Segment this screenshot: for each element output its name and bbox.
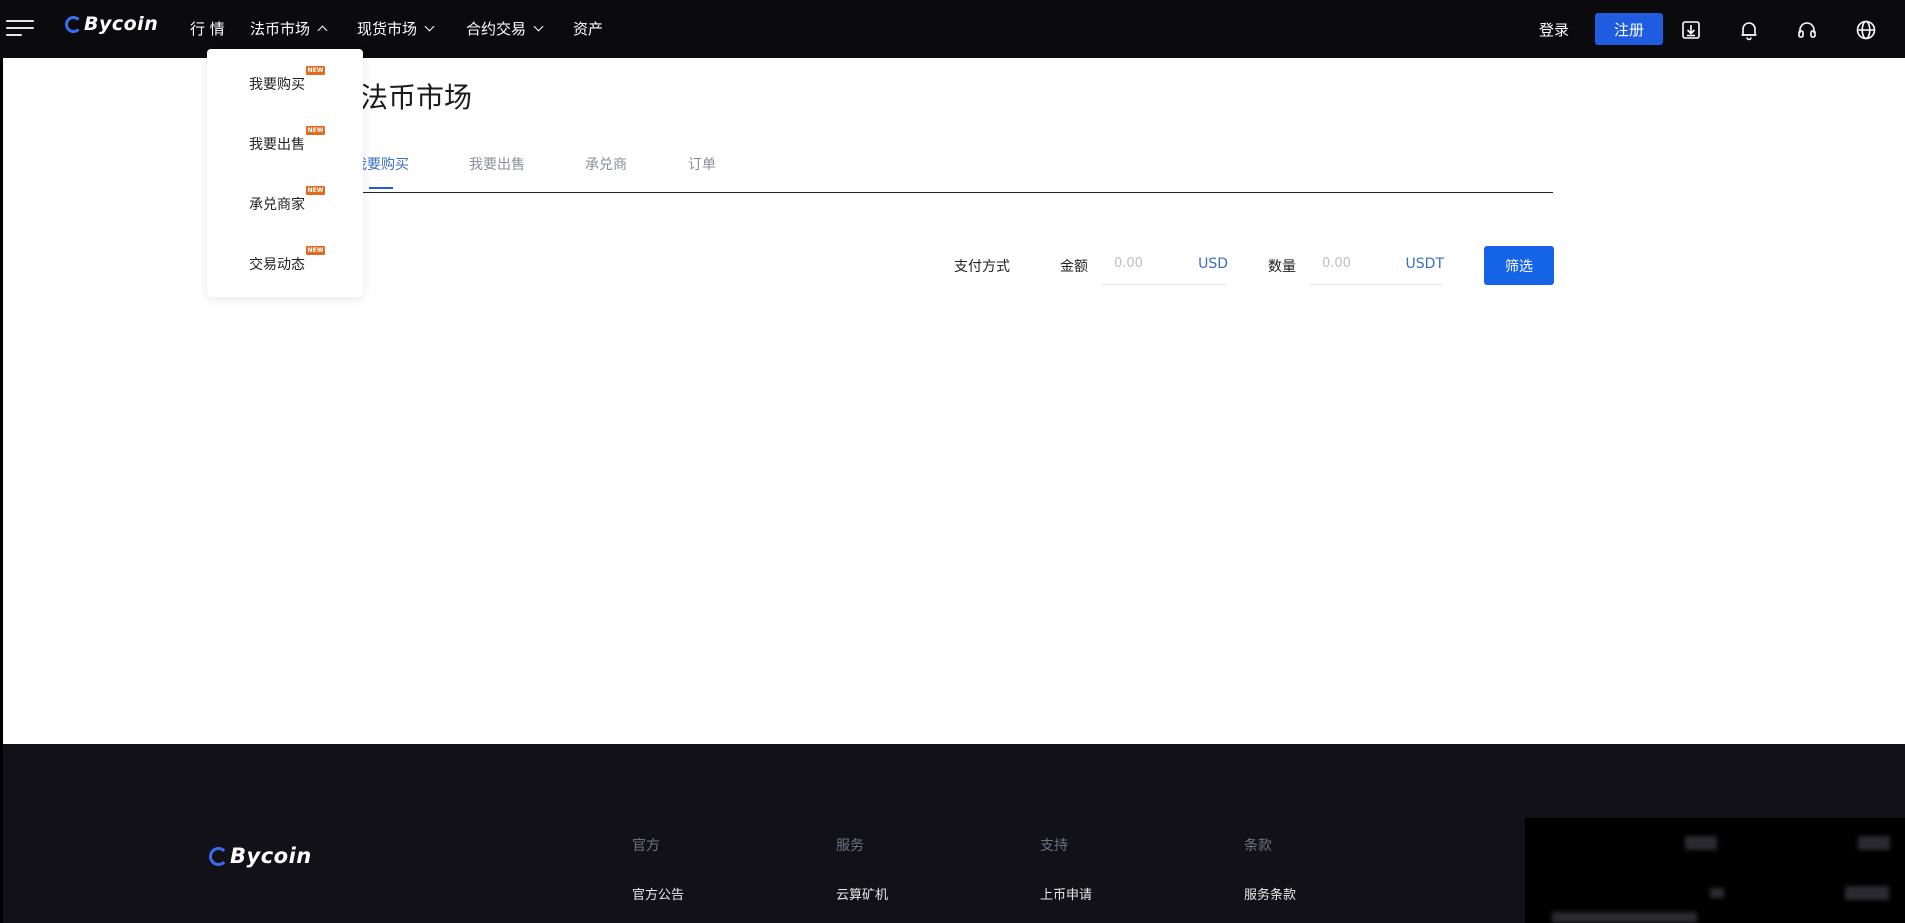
bell-icon[interactable] <box>1738 19 1760 41</box>
new-badge: NEW <box>306 66 325 75</box>
footer-heading-support: 支持 <box>1040 838 1068 854</box>
amount-input[interactable]: 0.00 USD <box>1100 246 1228 285</box>
brand-logo[interactable]: Bycoin <box>65 13 158 35</box>
new-badge: NEW <box>306 126 325 135</box>
logo-ring-icon <box>65 15 82 33</box>
obscured-content <box>1685 836 1717 850</box>
nav-item-fiat-market[interactable]: 法币市场 <box>250 18 328 39</box>
payment-method-select[interactable]: 支付方式 <box>954 256 1010 276</box>
download-icon[interactable] <box>1680 19 1702 41</box>
nav-item-assets[interactable]: 资产 <box>573 18 603 39</box>
dropdown-item-trade-news[interactable]: 交易动态 <box>249 254 305 274</box>
nav-item-market[interactable]: 行 情 <box>190 18 225 39</box>
new-badge: NEW <box>306 186 325 195</box>
page-title: 法币市场 <box>360 81 473 114</box>
amount-unit: USD <box>1198 256 1228 272</box>
obscured-content <box>1858 836 1890 850</box>
nav-item-contract-trading[interactable]: 合约交易 <box>466 18 544 39</box>
quantity-label: 数量 <box>1268 259 1296 275</box>
fiat-market-dropdown: 我要购买 NEW 我要出售 NEW 承兑商家 NEW 交易动态 NEW <box>207 49 363 297</box>
nav-item-spot-market[interactable]: 现货市场 <box>357 18 435 39</box>
obscured-content <box>1710 888 1724 898</box>
menu-icon[interactable] <box>6 20 34 38</box>
tab-orders[interactable]: 订单 <box>688 154 716 174</box>
footer-link-terms-of-service[interactable]: 服务条款 <box>1244 884 1296 903</box>
headset-icon[interactable] <box>1796 19 1818 41</box>
amount-placeholder: 0.00 <box>1114 256 1143 271</box>
register-button[interactable]: 注册 <box>1595 13 1663 45</box>
dropdown-item-merchants[interactable]: 承兑商家 <box>249 194 305 214</box>
amount-label: 金额 <box>1060 259 1088 275</box>
active-tab-indicator <box>369 187 393 189</box>
tabs-divider <box>354 192 1553 193</box>
chevron-down-icon <box>533 21 544 31</box>
filter-button[interactable]: 筛选 <box>1484 246 1554 285</box>
footer-heading-services: 服务 <box>836 838 864 854</box>
footer-heading-terms: 条款 <box>1244 838 1272 854</box>
quantity-placeholder: 0.00 <box>1322 256 1351 271</box>
obscured-content <box>1845 886 1889 900</box>
chevron-down-icon <box>424 21 435 31</box>
logo-ring-icon <box>209 846 228 866</box>
footer-link-cloud-mining[interactable]: 云算矿机 <box>836 884 888 903</box>
obscured-region <box>1525 818 1905 923</box>
footer-heading-official: 官方 <box>632 838 660 854</box>
footer-link-announcements[interactable]: 官方公告 <box>632 884 684 903</box>
new-badge: NEW <box>306 246 325 255</box>
tab-acceptor[interactable]: 承兑商 <box>585 154 627 174</box>
footer-link-listing-application[interactable]: 上币申请 <box>1040 884 1092 903</box>
quantity-input[interactable]: 0.00 USDT <box>1308 246 1444 285</box>
dropdown-item-sell[interactable]: 我要出售 <box>249 134 305 154</box>
tab-sell[interactable]: 我要出售 <box>469 154 525 174</box>
quantity-unit: USDT <box>1405 256 1444 272</box>
globe-icon[interactable] <box>1855 19 1877 41</box>
dropdown-item-buy[interactable]: 我要购买 <box>249 74 305 94</box>
obscured-content <box>1552 912 1697 923</box>
chevron-up-icon <box>317 25 328 35</box>
brand-name: Bycoin <box>84 13 159 35</box>
footer-brand-logo[interactable]: Bycoin <box>209 844 312 868</box>
login-link[interactable]: 登录 <box>1539 19 1569 40</box>
footer-brand-name: Bycoin <box>230 844 312 868</box>
